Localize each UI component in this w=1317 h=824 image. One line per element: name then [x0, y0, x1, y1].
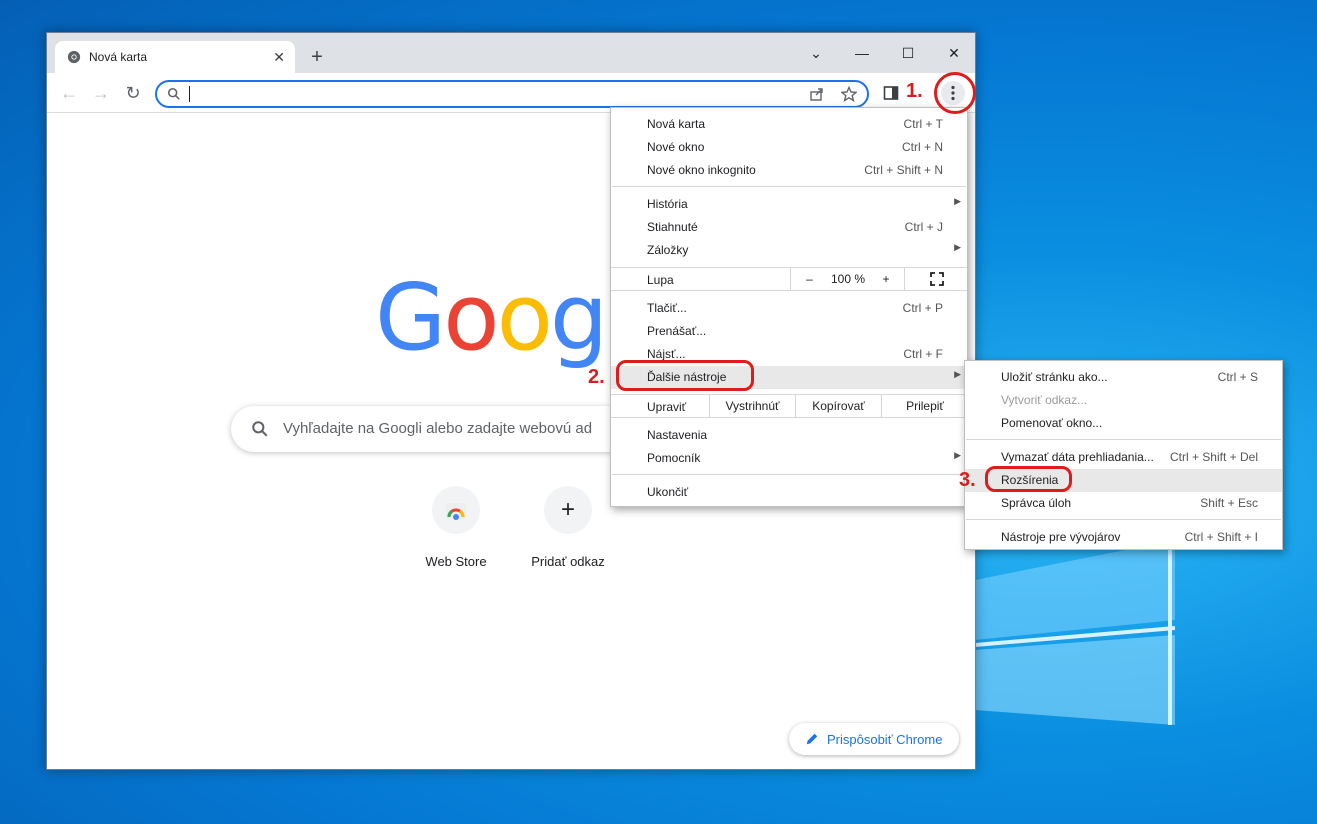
- fullscreen-icon: [929, 272, 944, 286]
- bookmark-star-icon[interactable]: [841, 86, 857, 102]
- chrome-main-menu: Nová karta Ctrl + T Nové okno Ctrl + N Nov…: [610, 107, 968, 507]
- zoom-in-button[interactable]: +: [868, 268, 904, 290]
- annotation-step-3: 3.: [959, 469, 976, 491]
- plus-icon: +: [544, 486, 592, 534]
- new-tab-button[interactable]: +: [305, 45, 329, 69]
- menu-item-exit[interactable]: Ukončiť: [611, 481, 967, 504]
- annotation-loop-extensions: [985, 466, 1072, 492]
- title-bar: Nová karta ✕ + ⌄ — ☐ ✕: [47, 33, 975, 73]
- menu-item-settings[interactable]: Nastavenia: [611, 424, 967, 447]
- address-input[interactable]: [187, 85, 787, 103]
- annotation-step-1: 1.: [906, 80, 923, 102]
- customize-chrome-button[interactable]: Prispôsobiť Chrome: [789, 723, 959, 755]
- side-panel-icon[interactable]: [883, 85, 899, 101]
- submenu-arrow-icon: ▶: [954, 196, 961, 206]
- shortcut-label: Web Store: [425, 554, 487, 569]
- chrome-icon: [67, 50, 81, 64]
- back-icon[interactable]: ←: [57, 81, 81, 105]
- web-store-icon: [446, 503, 466, 520]
- menu-item-downloads[interactable]: Stiahnuté Ctrl + J: [611, 216, 967, 239]
- close-tab-icon[interactable]: ✕: [273, 49, 285, 66]
- annotation-loop-more-tools: [616, 360, 754, 391]
- minimize-button[interactable]: —: [839, 39, 885, 67]
- fullscreen-button[interactable]: [904, 268, 968, 290]
- address-bar[interactable]: [155, 80, 869, 108]
- forward-icon[interactable]: →: [89, 81, 113, 105]
- zoom-level: 100 %: [830, 272, 866, 286]
- cut-button[interactable]: Vystrihnúť: [709, 395, 795, 417]
- menu-item-bookmarks[interactable]: Záložky ▶: [611, 239, 967, 262]
- tab-title: Nová karta: [89, 50, 148, 64]
- zoom-out-button[interactable]: –: [790, 268, 828, 290]
- menu-item-save-page[interactable]: Uložiť stránku ako... Ctrl + S: [965, 366, 1282, 389]
- tab-search-icon[interactable]: ⌄: [793, 39, 839, 67]
- close-window-button[interactable]: ✕: [931, 39, 975, 67]
- windows-logo: [975, 540, 1175, 725]
- menu-item-history[interactable]: História ▶: [611, 193, 967, 216]
- menu-item-print[interactable]: Tlačiť... Ctrl + P: [611, 297, 967, 320]
- submenu-arrow-icon: ▶: [954, 369, 961, 379]
- maximize-button[interactable]: ☐: [885, 39, 931, 67]
- menu-item-help[interactable]: Pomocník ▶: [611, 447, 967, 470]
- tab-new-tab[interactable]: Nová karta ✕: [55, 41, 295, 73]
- copy-button[interactable]: Kopírovať: [795, 395, 881, 417]
- menu-item-new-window[interactable]: Nové okno Ctrl + N: [611, 136, 967, 159]
- pencil-icon: [806, 733, 818, 745]
- zoom-row: Lupa – 100 % +: [611, 267, 967, 291]
- shortcut-add[interactable]: + Pridať odkaz: [512, 486, 624, 569]
- submenu-arrow-icon: ▶: [954, 450, 961, 460]
- menu-item-create-shortcut: Vytvoriť odkaz...: [1001, 393, 1088, 407]
- edit-row: Upraviť Vystrihnúť Kopírovať Prilepiť: [611, 394, 967, 418]
- menu-item-cast[interactable]: Prenášať...: [611, 320, 967, 343]
- menu-item-name-window[interactable]: Pomenovať okno...: [965, 412, 1282, 435]
- submenu-arrow-icon: ▶: [954, 242, 961, 252]
- annotation-step-2: 2.: [588, 366, 605, 388]
- annotation-circle-menu: [934, 72, 976, 114]
- menu-item-dev-tools[interactable]: Nástroje pre vývojárov Ctrl + Shift + I: [965, 526, 1282, 549]
- search-icon: [252, 421, 268, 437]
- search-icon: [167, 87, 180, 100]
- share-icon[interactable]: [809, 86, 825, 102]
- menu-item-task-manager[interactable]: Správca úloh Shift + Esc: [965, 492, 1282, 515]
- paste-button[interactable]: Prilepiť: [881, 395, 968, 417]
- shortcut-label: Pridať odkaz: [531, 554, 605, 569]
- shortcut-web-store[interactable]: Web Store: [400, 486, 512, 569]
- menu-item-new-tab[interactable]: Nová karta Ctrl + T: [611, 113, 967, 136]
- more-tools-submenu: Uložiť stránku ako... Ctrl + S Vytvoriť o…: [964, 360, 1283, 550]
- reload-icon[interactable]: ↻: [121, 81, 145, 105]
- search-placeholder: Vyhľadajte na Googli alebo zadajte webov…: [283, 420, 593, 437]
- menu-item-incognito[interactable]: Nové okno inkognito Ctrl + Shift + N: [611, 159, 967, 182]
